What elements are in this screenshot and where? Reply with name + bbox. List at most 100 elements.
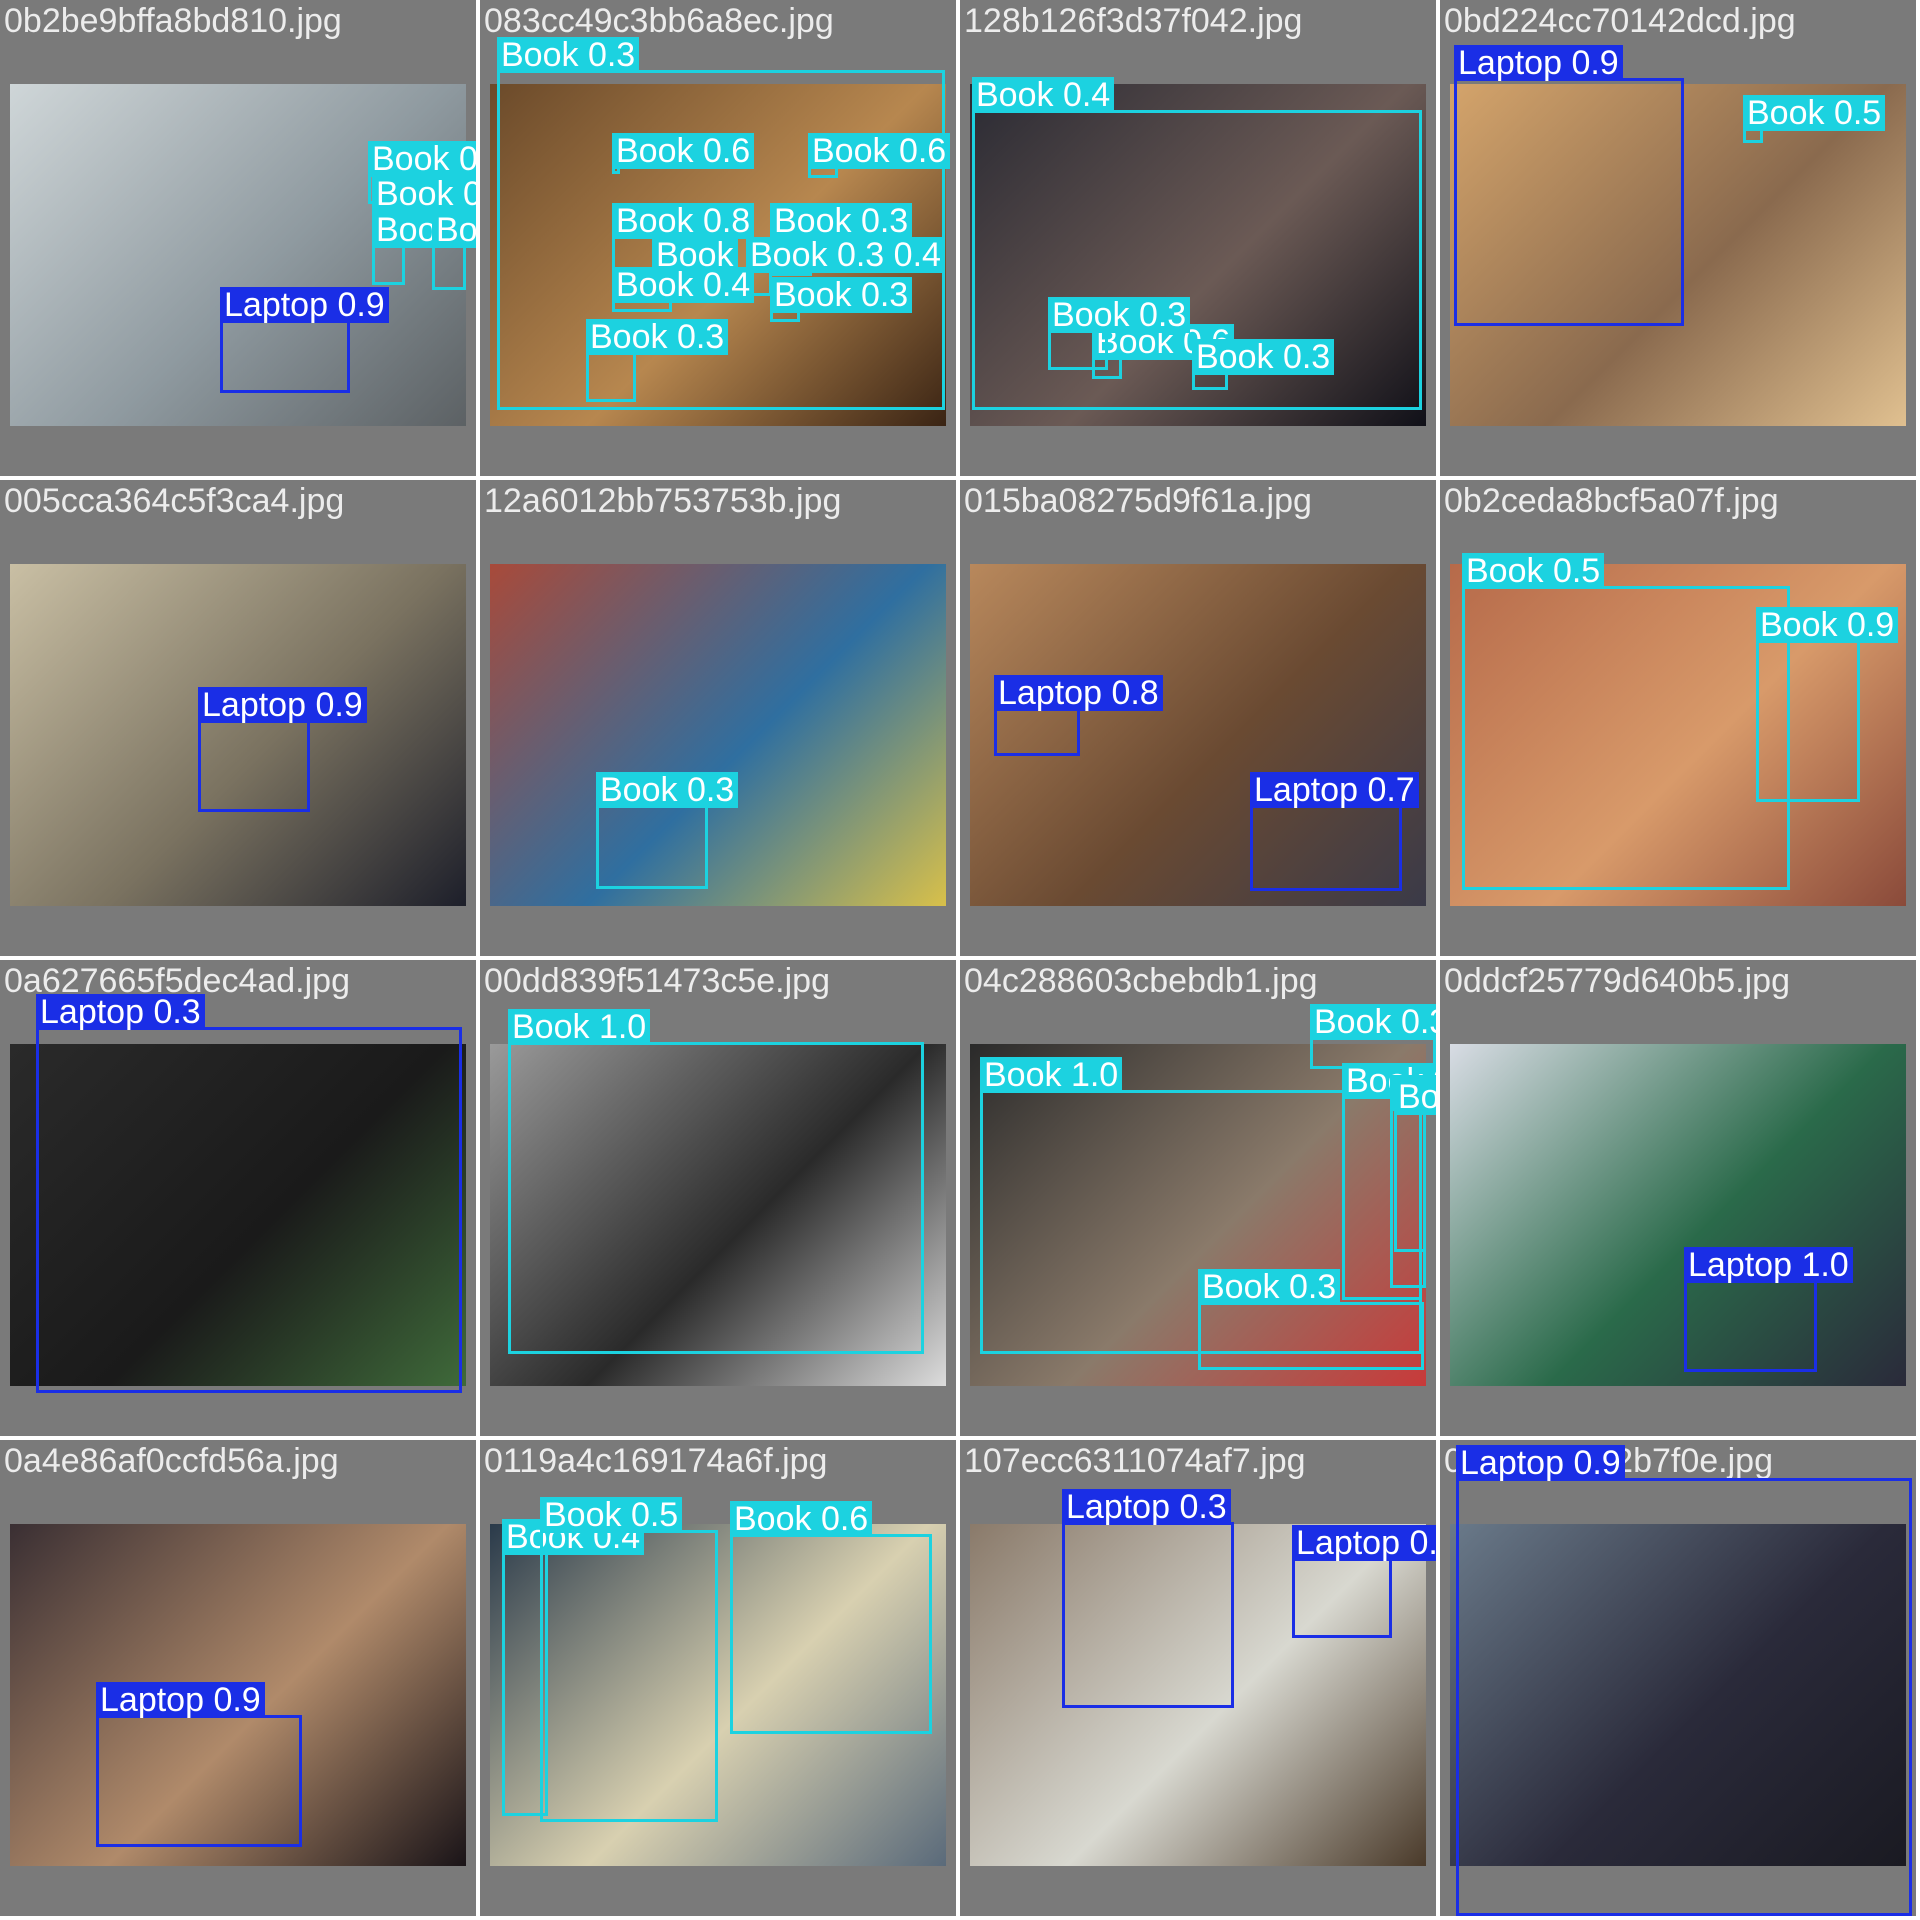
detection-label: Laptop 0.9	[198, 687, 367, 723]
laptop-detection-box: Laptop 0.9	[198, 687, 367, 812]
image-filename: 0bd224cc70142dcd.jpg	[1444, 2, 1796, 40]
book-detection-box: Book 0.5	[1394, 1079, 1436, 1252]
detection-label: Book 0.3 0.4	[746, 237, 945, 273]
image-filename: 0119a4c169174a6f.jpg	[484, 1442, 828, 1480]
book-detection-box: Book 0.3	[596, 772, 739, 889]
image-tile: 12a6012bb753753b.jpg Book 0.3	[480, 480, 956, 956]
image-filename: 0b2be9bffa8bd810.jpg	[4, 2, 342, 40]
image-filename: 04c288603cbebdb1.jpg	[964, 962, 1318, 1000]
image-tile: 0a4e86af0ccfd56a.jpg Laptop 0.9	[0, 1440, 476, 1916]
image-filename: 005cca364c5f3ca4.jpg	[4, 482, 345, 520]
laptop-detection-box: Laptop 0.3	[1062, 1489, 1234, 1708]
image-filename: 0b2ceda8bcf5a07f.jpg	[1444, 482, 1779, 520]
book-detection-box: Book 0.3	[586, 319, 729, 402]
book-detection-box: Book 0.3	[1192, 339, 1335, 390]
image-filename: 0a4e86af0ccfd56a.jpg	[4, 1442, 339, 1480]
book-detection-box: Book 0.8	[432, 212, 476, 290]
detection-label: Laptop 0.8	[994, 675, 1163, 711]
book-detection-box: Book 0.6	[612, 133, 755, 174]
detection-label: Book 0.4	[972, 77, 1115, 113]
image-tile: 00dd839f51473c5e.jpg Book 1.0	[480, 960, 956, 1436]
image-tile: 0a627665f5dec4ad.jpg Laptop 0.3	[0, 960, 476, 1436]
detection-label: Book 0.4	[612, 267, 755, 303]
book-detection-box: Book 0.5	[1462, 553, 1790, 890]
detection-label: Book 0.3	[1192, 339, 1335, 375]
laptop-detection-box: Laptop 0.7	[1250, 772, 1419, 891]
book-detection-box: Book 0.4	[612, 267, 755, 312]
photo-thumbnail	[1450, 1044, 1906, 1386]
image-tile: 005cca364c5f3ca4.jpg Laptop 0.9	[0, 480, 476, 956]
detection-label: Book 0.5	[372, 176, 476, 212]
image-tile: 107ecc6311074af7.jpg Laptop 0.3 Laptop 0.7	[960, 1440, 1436, 1916]
laptop-detection-box: Laptop 0.7	[1292, 1525, 1436, 1638]
image-filename: 107ecc6311074af7.jpg	[964, 1442, 1306, 1480]
detection-label: Book 0.5	[540, 1497, 683, 1533]
detection-label: Laptop 0.9	[220, 287, 389, 323]
image-filename: 083cc49c3bb6a8ec.jpg	[484, 2, 834, 40]
image-tile: 064f92f7a12b7f0e.jpgLaptop 0.9	[1440, 1440, 1916, 1916]
detection-label: Boo	[372, 212, 441, 248]
book-detection-box: Book 0.3	[1048, 297, 1191, 370]
image-tile: 015ba08275d9f61a.jpg Laptop 0.8 Laptop 0.7	[960, 480, 1436, 956]
detection-label: Laptop 0.7	[1292, 1525, 1436, 1561]
book-detection-box: Book 0.5	[1743, 95, 1886, 143]
detection-label: Book 1.0	[508, 1009, 651, 1045]
detection-label: Laptop 0.9	[1454, 45, 1623, 81]
detection-label: Laptop 0.9	[1456, 1445, 1625, 1481]
book-detection-box: Boo	[372, 212, 441, 285]
laptop-detection-box: Laptop 0.9	[1456, 1445, 1912, 1916]
detection-label: Book 0.3	[596, 772, 739, 808]
detection-label: Book 0.3	[586, 319, 729, 355]
image-filename: 00dd839f51473c5e.jpg	[484, 962, 830, 1000]
detection-label: Book 0.5	[1462, 553, 1605, 589]
book-detection-box: Book 0.6	[730, 1501, 932, 1734]
detection-label: Book 0.8	[368, 141, 476, 177]
image-filename: 0ddcf25779d640b5.jpg	[1444, 962, 1790, 1000]
detection-label: Book 0.3	[770, 277, 913, 313]
book-detection-box: Book 0.3	[1198, 1269, 1424, 1370]
detection-label: Book 0.3	[1198, 1269, 1341, 1305]
book-detection-box: Book 1.0	[508, 1009, 924, 1354]
detection-label: Book 0.6	[730, 1501, 873, 1537]
detection-label: Book 0.8	[432, 212, 476, 248]
detection-label: Book 0.8	[612, 203, 755, 239]
laptop-detection-box: Laptop 0.9	[1454, 45, 1684, 326]
detection-label: Book 1.0	[980, 1057, 1123, 1093]
image-tile: 128b126f3d37f042.jpg Book 0.4 Book 0.6 Book…	[960, 0, 1436, 476]
image-filename: 128b126f3d37f042.jpg	[964, 2, 1303, 40]
detection-label: Laptop 0.3	[1062, 1489, 1231, 1525]
laptop-detection-box: Laptop 0.9	[96, 1682, 302, 1847]
detection-label: Book 0.5	[1394, 1079, 1436, 1115]
book-detection-box: Book 0.6	[808, 133, 951, 178]
image-filename: 015ba08275d9f61a.jpg	[964, 482, 1312, 520]
detection-label: Book 0.3	[497, 37, 640, 73]
image-filename: 12a6012bb753753b.jpg	[484, 482, 842, 520]
detection-label: Laptop 0.3	[36, 994, 205, 1030]
book-detection-box: Book 0.5	[540, 1497, 718, 1822]
laptop-detection-box: Laptop 0.3	[36, 994, 462, 1393]
image-tile: 0119a4c169174a6f.jpg Book 0.4 Book 0.5 Book…	[480, 1440, 956, 1916]
detection-label: Laptop 0.7	[1250, 772, 1419, 808]
mosaic-grid: 0b2be9bffa8bd810.jpgBook 0.8Book 0.5BooB…	[0, 0, 1920, 1920]
image-tile: 0bd224cc70142dcd.jpg Laptop 0.9 Book 0.5	[1440, 0, 1916, 476]
image-tile: 083cc49c3bb6a8ec.jpg Book 0.3 Book 0.6 Book…	[480, 0, 956, 476]
laptop-detection-box: Laptop 1.0	[1684, 1247, 1853, 1372]
detection-label: Book 0.3	[1048, 297, 1191, 333]
detection-label: Laptop 1.0	[1684, 1247, 1853, 1283]
detection-label: Laptop 0.9	[96, 1682, 265, 1718]
image-tile: 04c288603cbebdb1.jpg Book 0.3 Book 1.0 Book…	[960, 960, 1436, 1436]
detection-label: Book 0.6	[808, 133, 951, 169]
image-tile: 0ddcf25779d640b5.jpg Laptop 1.0	[1440, 960, 1916, 1436]
image-tile: 0b2be9bffa8bd810.jpgBook 0.8Book 0.5BooB…	[0, 0, 476, 476]
detection-label: Book 0.6	[612, 133, 755, 169]
detection-label: Book 0.9	[1756, 607, 1899, 643]
laptop-detection-box: Laptop 0.9	[220, 287, 389, 393]
detection-label: Book 0.3	[1310, 1004, 1436, 1040]
book-detection-box: Book 0.3	[770, 277, 913, 322]
image-tile: 0b2ceda8bcf5a07f.jpg Book 0.5 Book 0.9	[1440, 480, 1916, 956]
book-detection-box: Book 0.9	[1756, 607, 1899, 802]
detection-label: Book 0.3	[770, 203, 913, 239]
detection-label: Book 0.5	[1743, 95, 1886, 131]
laptop-detection-box: Laptop 0.8	[994, 675, 1163, 756]
photo-thumbnail	[490, 564, 946, 906]
